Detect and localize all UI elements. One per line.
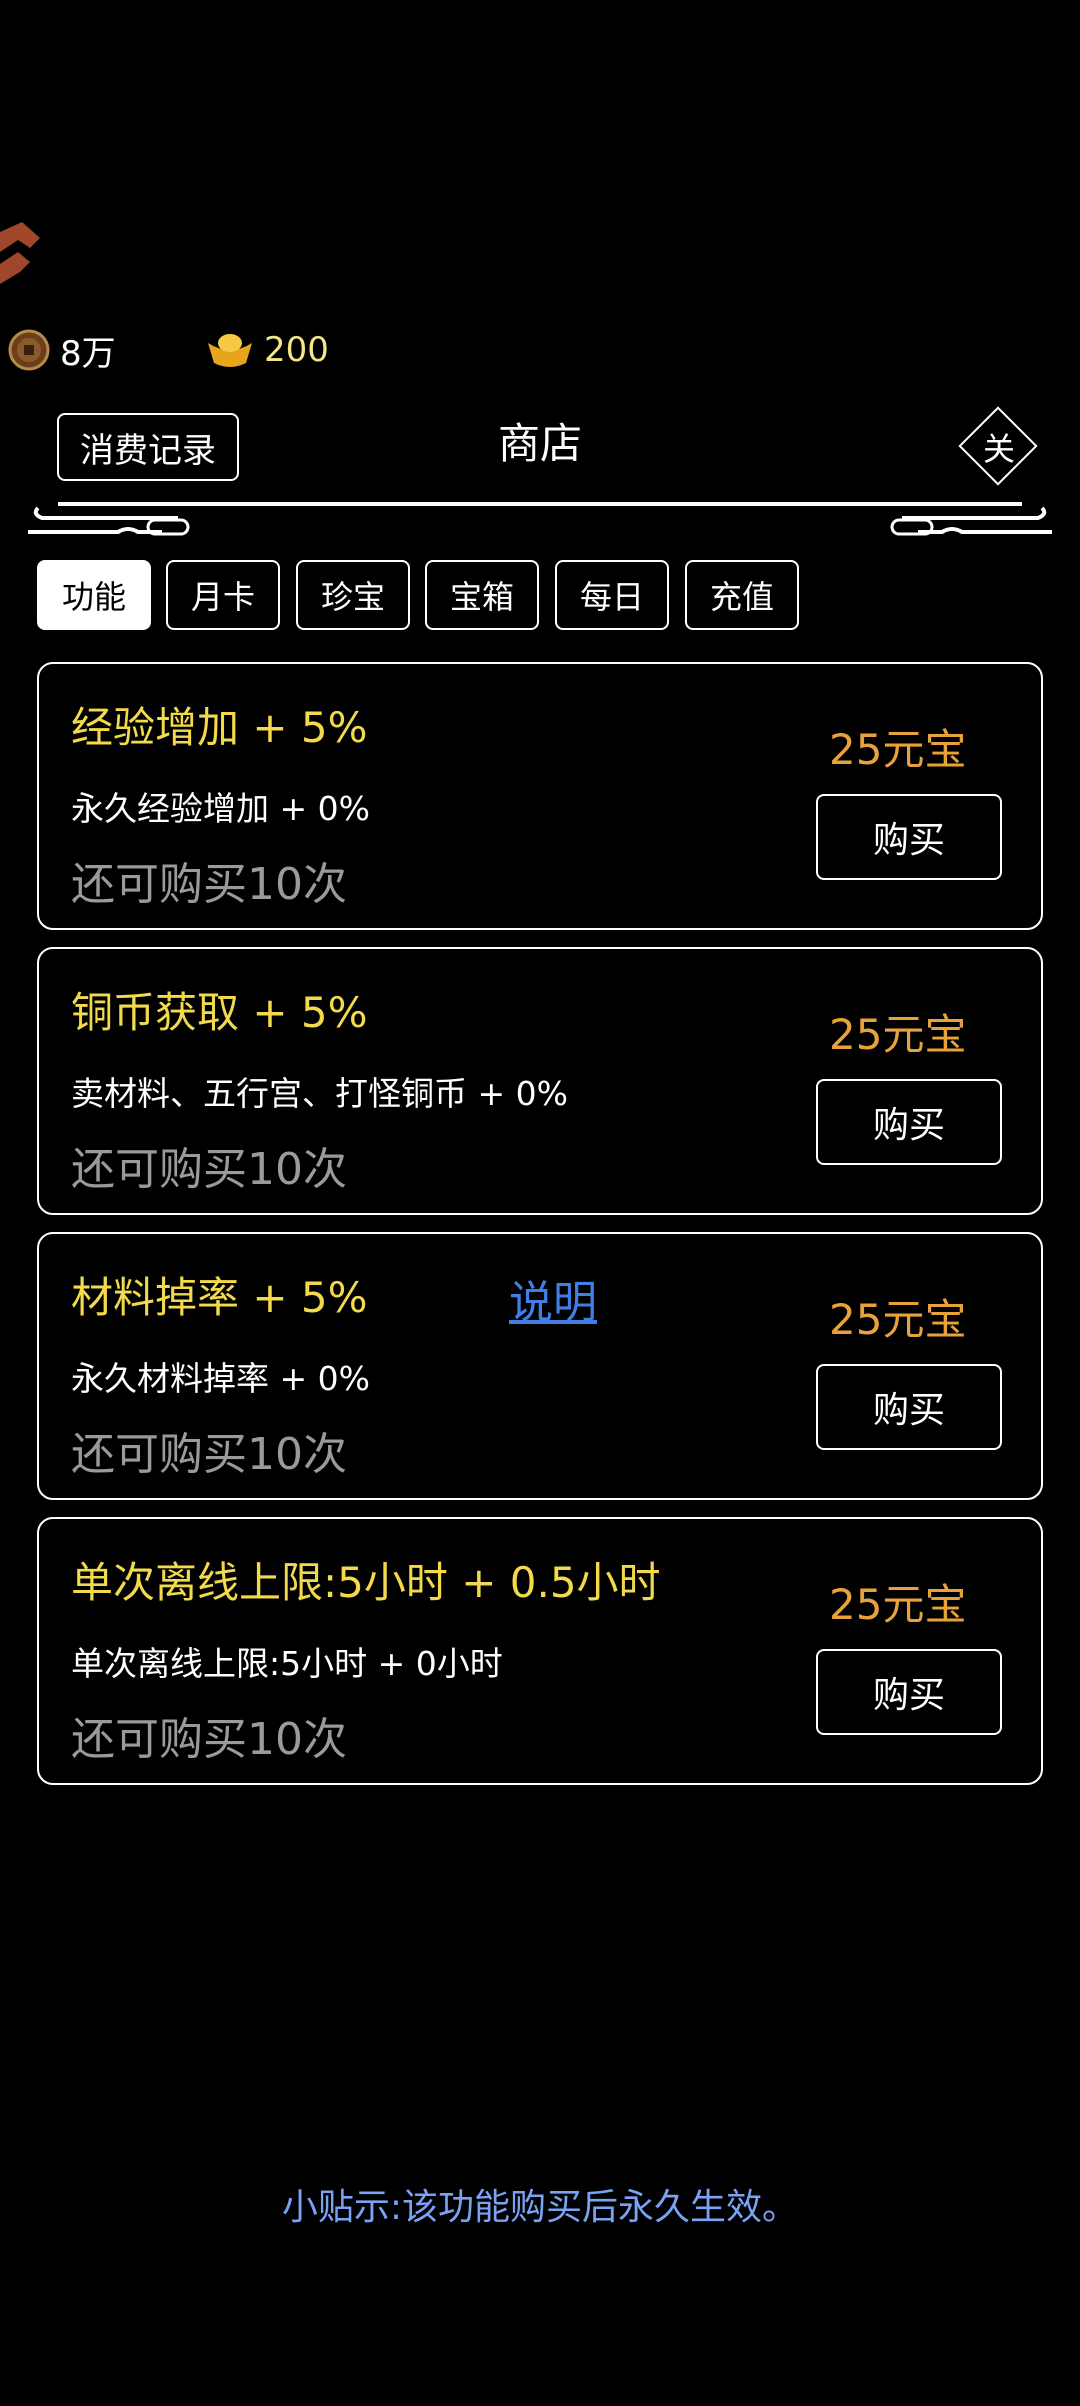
item-description: 单次离线上限:5小时 + 0小时 <box>71 1644 503 1683</box>
tip-text: 小贴示:该功能购买后永久生效。 <box>281 2187 799 2228</box>
item-price: 25元宝 <box>829 1295 967 1344</box>
item-remaining: 还可购买10次 <box>71 1144 347 1195</box>
ingot-balance: 200 <box>206 322 329 378</box>
item-title: 材料掉率 + 5% <box>71 1273 368 1322</box>
purchase-history-button[interactable]: 消费记录 <box>57 413 239 481</box>
tab-recharge[interactable]: 充值 <box>685 560 799 630</box>
buy-button[interactable]: 购买 <box>816 1364 1002 1450</box>
item-remaining: 还可购买10次 <box>71 1714 347 1765</box>
item-title: 单次离线上限:5小时 + 0.5小时 <box>71 1558 661 1607</box>
item-title: 经验增加 + 5% <box>71 703 368 752</box>
buy-button[interactable]: 购买 <box>816 794 1002 880</box>
coin-amount: 8万 <box>60 333 116 374</box>
coin-balance: 8万 <box>8 322 116 378</box>
item-description: 永久材料掉率 + 0% <box>71 1359 370 1398</box>
ingot-amount: 200 <box>264 330 329 370</box>
shop-item-card: 单次离线上限:5小时 + 0.5小时 单次离线上限:5小时 + 0小时 还可购买… <box>37 1517 1043 1785</box>
item-price: 25元宝 <box>829 1010 967 1059</box>
item-remaining: 还可购买10次 <box>71 1429 347 1480</box>
gold-ingot-icon <box>208 334 252 367</box>
explanation-link[interactable]: 说明 <box>509 1266 597 1330</box>
shop-item-card: 经验增加 + 5% 永久经验增加 + 0% 还可购买10次 25元宝 购买 <box>37 662 1043 930</box>
tab-monthly-card[interactable]: 月卡 <box>166 560 280 630</box>
close-button[interactable]: 关 <box>954 402 1044 492</box>
tab-treasure[interactable]: 珍宝 <box>296 560 410 630</box>
tab-daily[interactable]: 每日 <box>555 560 669 630</box>
page-title: 商店 <box>497 419 582 468</box>
tab-function[interactable]: 功能 <box>37 560 151 630</box>
header-divider <box>28 502 1052 536</box>
item-description: 永久经验增加 + 0% <box>71 789 370 828</box>
shop-item-card: 材料掉率 + 5% 说明 永久材料掉率 + 0% 还可购买10次 25元宝 购买 <box>37 1232 1043 1500</box>
shop-item-card: 铜币获取 + 5% 卖材料、五行宫、打怪铜币 + 0% 还可购买10次 25元宝… <box>37 947 1043 1215</box>
buy-button[interactable]: 购买 <box>816 1649 1002 1735</box>
close-label: 关 <box>982 430 1015 468</box>
item-title: 铜币获取 + 5% <box>71 988 368 1037</box>
coin-icon <box>8 329 50 371</box>
back-arrow-icon[interactable] <box>0 222 44 288</box>
item-description: 卖材料、五行宫、打怪铜币 + 0% <box>71 1074 568 1113</box>
buy-button[interactable]: 购买 <box>816 1079 1002 1165</box>
tab-chest[interactable]: 宝箱 <box>425 560 539 630</box>
item-remaining: 还可购买10次 <box>71 859 347 910</box>
item-price: 25元宝 <box>829 725 967 774</box>
item-price: 25元宝 <box>829 1580 967 1629</box>
